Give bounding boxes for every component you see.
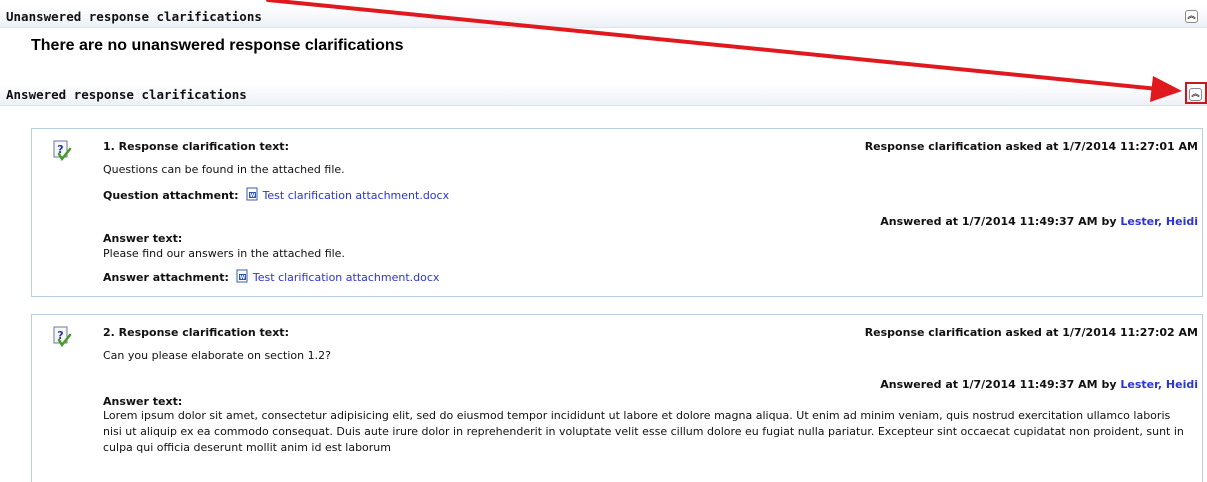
answered-at-timestamp: Answered at 1/7/2014 11:49:37 AM by [880, 215, 1117, 228]
unanswered-section-title: Unanswered response clarifications [6, 9, 262, 24]
answered-at-row: Answered at 1/7/2014 11:49:37 AM by Lest… [880, 215, 1198, 228]
answer-text: Lorem ipsum dolor sit amet, consectetur … [103, 409, 1184, 454]
answer-attachment-label: Answer attachment: [103, 271, 229, 284]
question-check-icon: ? [53, 326, 71, 348]
word-document-icon: W [236, 269, 248, 283]
clarification-heading: 2. Response clarification text: [103, 326, 289, 339]
answered-by-link[interactable]: Lester, Heidi [1120, 215, 1198, 228]
question-attachment-label: Question attachment: [103, 189, 239, 202]
unanswered-section-header: Unanswered response clarifications ︽ [0, 6, 1207, 28]
answered-at-timestamp: Answered at 1/7/2014 11:49:37 AM by [880, 378, 1117, 391]
svg-text:W: W [240, 275, 246, 281]
answer-label: Answer text: [103, 395, 183, 408]
clarification-card-1: ? 1. Response clarification text: Respon… [31, 128, 1203, 297]
answer-attachment-link[interactable]: Test clarification attachment.docx [253, 271, 440, 284]
empty-unanswered-message: There are no unanswered response clarifi… [31, 37, 404, 54]
double-chevron-up-icon: ︽ [1187, 11, 1196, 20]
answer-text: Please find our answers in the attached … [103, 247, 345, 260]
clarification-card-2: ? 2. Response clarification text: Respon… [31, 314, 1203, 482]
question-check-icon: ? [53, 140, 71, 162]
svg-text:W: W [250, 193, 256, 199]
question-attachment-link[interactable]: Test clarification attachment.docx [263, 189, 450, 202]
question-text: Can you please elaborate on section 1.2? [103, 349, 331, 362]
question-attachment-row: Question attachment: W Test clarificatio… [103, 187, 449, 202]
word-document-icon: W [246, 187, 258, 201]
clarification-heading: 1. Response clarification text: [103, 140, 289, 153]
answer-label: Answer text: [103, 232, 183, 245]
answered-by-link[interactable]: Lester, Heidi [1120, 378, 1198, 391]
asked-at-timestamp: Response clarification asked at 1/7/2014… [864, 140, 1198, 153]
asked-at-timestamp: Response clarification asked at 1/7/2014… [864, 326, 1198, 339]
answer-attachment-row: Answer attachment: W Test clarification … [103, 269, 439, 284]
annotation-highlight-box [1185, 82, 1207, 104]
collapse-unanswered-button[interactable]: ︽ [1185, 10, 1198, 23]
question-text: Questions can be found in the attached f… [103, 163, 345, 176]
answered-section-header: Answered response clarifications ︽ [0, 84, 1207, 106]
answered-at-row: Answered at 1/7/2014 11:49:37 AM by Lest… [880, 378, 1198, 391]
answered-section-title: Answered response clarifications [6, 87, 247, 102]
